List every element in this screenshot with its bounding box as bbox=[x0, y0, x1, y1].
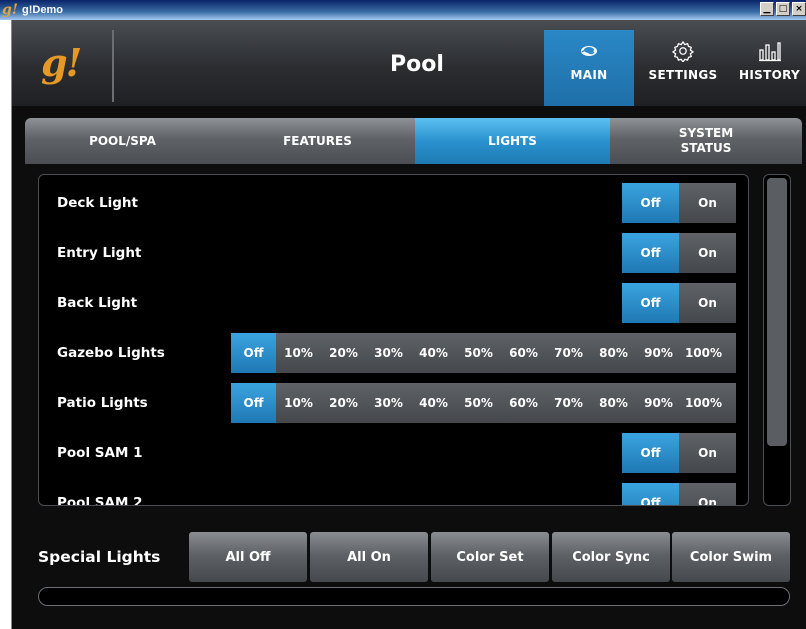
light-row: Pool SAM 2 Off On bbox=[39, 478, 748, 506]
pool-icon bbox=[581, 46, 597, 56]
option-off[interactable]: Off bbox=[622, 483, 679, 505]
light-name: Deck Light bbox=[57, 195, 138, 211]
option-90-percent[interactable]: 90% bbox=[636, 383, 681, 423]
all-off-button[interactable]: All Off bbox=[189, 532, 307, 582]
light-name: Pool SAM 1 bbox=[57, 445, 143, 461]
option-100-percent[interactable]: 100% bbox=[681, 333, 726, 373]
option-40-percent[interactable]: 40% bbox=[411, 383, 456, 423]
maximize-button[interactable]: □ bbox=[776, 2, 790, 16]
option-70-percent[interactable]: 70% bbox=[546, 383, 591, 423]
app-window: g! Pool MAIN SETTINGS HISTORY POOL/SPA F… bbox=[11, 20, 806, 629]
option-on[interactable]: On bbox=[679, 433, 736, 473]
logo: g! bbox=[41, 40, 82, 85]
option-off[interactable]: Off bbox=[622, 433, 679, 473]
gear-icon bbox=[672, 41, 694, 62]
light-row: Back Light Off On bbox=[39, 278, 748, 328]
light-row: Entry Light Off On bbox=[39, 228, 748, 278]
option-30-percent[interactable]: 30% bbox=[366, 333, 411, 373]
option-20-percent[interactable]: 20% bbox=[321, 333, 366, 373]
tab-label: FEATURES bbox=[283, 133, 352, 148]
option-on[interactable]: On bbox=[679, 283, 736, 323]
tab-pool-spa[interactable]: POOL/SPA bbox=[25, 118, 220, 164]
dimmer-selector: Off 10% 20% 30% 40% 50% 60% 70% 80% 90% 100% bbox=[231, 383, 736, 423]
on-off-toggle: Off On bbox=[622, 433, 736, 473]
nav-tab-label: HISTORY bbox=[739, 68, 800, 82]
option-on[interactable]: On bbox=[679, 183, 736, 223]
app-icon: g! bbox=[2, 2, 18, 18]
nav-tab-history[interactable]: HISTORY bbox=[732, 30, 806, 106]
close-button[interactable]: × bbox=[792, 2, 806, 16]
light-row: Deck Light Off On bbox=[39, 178, 748, 228]
option-40-percent[interactable]: 40% bbox=[411, 333, 456, 373]
on-off-toggle: Off On bbox=[622, 183, 736, 223]
option-on[interactable]: On bbox=[679, 233, 736, 273]
option-off[interactable]: Off bbox=[622, 233, 679, 273]
option-80-percent[interactable]: 80% bbox=[591, 333, 636, 373]
scrollbar[interactable] bbox=[763, 174, 791, 506]
tab-system-status[interactable]: SYSTEM STATUS bbox=[610, 118, 802, 164]
light-row: Pool SAM 1 Off On bbox=[39, 428, 748, 478]
tab-label-line2: STATUS bbox=[680, 141, 732, 155]
option-10-percent[interactable]: 10% bbox=[276, 383, 321, 423]
nav-tab-label: SETTINGS bbox=[648, 68, 718, 82]
nav-tab-label: MAIN bbox=[570, 68, 608, 82]
on-off-toggle: Off On bbox=[622, 233, 736, 273]
all-on-button[interactable]: All On bbox=[310, 532, 428, 582]
option-off[interactable]: Off bbox=[231, 383, 276, 423]
light-name: Entry Light bbox=[57, 245, 142, 261]
option-30-percent[interactable]: 30% bbox=[366, 383, 411, 423]
page-title: Pool bbox=[390, 52, 444, 77]
option-100-percent[interactable]: 100% bbox=[681, 383, 726, 423]
header: g! Pool MAIN SETTINGS HISTORY bbox=[12, 20, 806, 106]
on-off-toggle: Off On bbox=[622, 483, 736, 505]
light-name: Pool SAM 2 bbox=[57, 495, 143, 506]
option-80-percent[interactable]: 80% bbox=[591, 383, 636, 423]
on-off-toggle: Off On bbox=[622, 283, 736, 323]
option-90-percent[interactable]: 90% bbox=[636, 333, 681, 373]
option-on[interactable]: On bbox=[679, 483, 736, 505]
light-name: Patio Lights bbox=[57, 395, 148, 411]
option-70-percent[interactable]: 70% bbox=[546, 333, 591, 373]
option-10-percent[interactable]: 10% bbox=[276, 333, 321, 373]
light-name: Back Light bbox=[57, 295, 138, 311]
minimize-button[interactable]: ▁ bbox=[760, 2, 774, 16]
option-60-percent[interactable]: 60% bbox=[501, 383, 546, 423]
color-sync-button[interactable]: Color Sync bbox=[552, 532, 670, 582]
option-off[interactable]: Off bbox=[231, 333, 276, 373]
color-swim-button[interactable]: Color Swim bbox=[672, 532, 790, 582]
tab-label: POOL/SPA bbox=[89, 133, 156, 148]
option-off[interactable]: Off bbox=[622, 183, 679, 223]
tab-features[interactable]: FEATURES bbox=[220, 118, 415, 164]
sub-tab-bar: POOL/SPA FEATURES LIGHTS SYSTEM STATUS bbox=[25, 118, 802, 164]
nav-tab-main[interactable]: MAIN bbox=[544, 30, 634, 106]
option-50-percent[interactable]: 50% bbox=[456, 383, 501, 423]
window-title: g!Demo bbox=[22, 4, 63, 16]
dimmer-selector: Off 10% 20% 30% 40% 50% 60% 70% 80% 90% 100% bbox=[231, 333, 736, 373]
tab-label: LIGHTS bbox=[488, 133, 537, 148]
bar-chart-icon bbox=[758, 42, 781, 62]
light-name: Gazebo Lights bbox=[57, 345, 165, 361]
option-off[interactable]: Off bbox=[622, 283, 679, 323]
scrollbar-thumb[interactable] bbox=[767, 178, 787, 446]
option-60-percent[interactable]: 60% bbox=[501, 333, 546, 373]
light-row: Patio Lights Off 10% 20% 30% 40% 50% 60% 70% 80% 9… bbox=[39, 378, 748, 428]
color-set-button[interactable]: Color Set bbox=[431, 532, 549, 582]
option-50-percent[interactable]: 50% bbox=[456, 333, 501, 373]
lights-list: Deck Light Off On Entry Light Off On Back Ligh… bbox=[38, 174, 749, 506]
tab-label-line1: SYSTEM bbox=[678, 126, 734, 140]
nav-tab-settings[interactable]: SETTINGS bbox=[638, 30, 728, 106]
window-title-bar: g! g!Demo ▁ □ × bbox=[0, 0, 806, 20]
special-lights-label: Special Lights bbox=[38, 548, 161, 566]
window-controls: ▁ □ × bbox=[760, 2, 806, 16]
progress-bar bbox=[38, 587, 790, 606]
tab-lights[interactable]: LIGHTS bbox=[415, 118, 610, 164]
option-20-percent[interactable]: 20% bbox=[321, 383, 366, 423]
light-row: Gazebo Lights Off 10% 20% 30% 40% 50% 60% 70% 80%… bbox=[39, 328, 748, 378]
